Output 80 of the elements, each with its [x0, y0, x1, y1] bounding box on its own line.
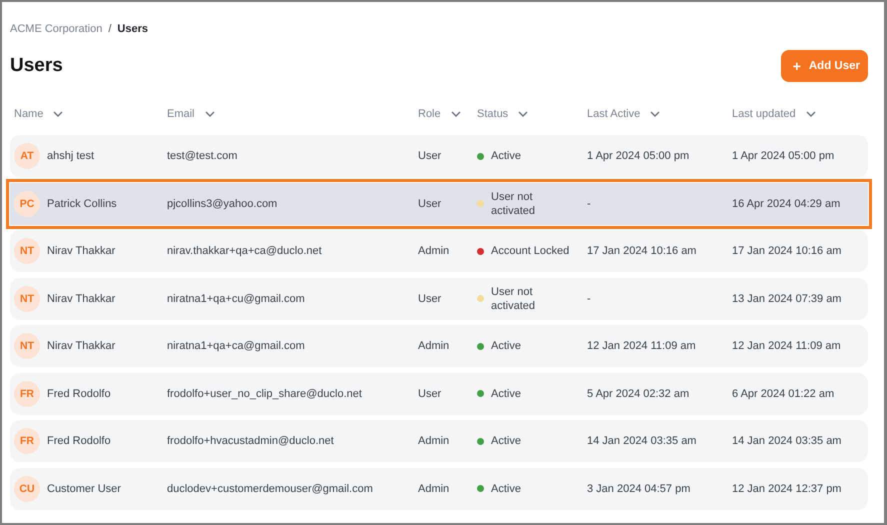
last-updated-time: 13 Jan 2024 07:39 am	[732, 292, 842, 304]
user-email: niratna1+qa+cu@gmail.com	[167, 292, 305, 304]
last-active-time: 17 Jan 2024 10:16 am	[587, 245, 696, 257]
status-text: User not activated	[491, 190, 536, 218]
last-active-time: -	[587, 198, 591, 210]
user-name: ahshj test	[47, 150, 94, 162]
status-text: Active	[491, 339, 521, 353]
last-active-time: 1 Apr 2024 05:00 pm	[587, 150, 690, 162]
user-row[interactable]: CU Customer User duclodev+customerdemouser@gmail.com Admin Active 3 Jan 2024 04:57 pm 12 Jan 2024 12:37 pm	[10, 468, 868, 510]
user-email: frodolfo+user_no_clip_share@duclo.net	[167, 388, 362, 400]
user-name: Customer User	[47, 482, 121, 494]
user-role: User	[418, 388, 442, 400]
last-updated-time: 12 Jan 2024 11:09 am	[732, 340, 841, 352]
last-updated-time: 14 Jan 2024 03:35 am	[732, 435, 842, 447]
user-email: test@test.com	[167, 150, 238, 162]
avatar-initials: NT	[14, 286, 40, 312]
avatar-initials: FR	[14, 380, 40, 406]
user-row[interactable]: NT Nirav Thakkar nirav.thakkar+qa+ca@duclo.net Admin Account Locked 17 Jan 2024 10:16 am 17 Jan 2024 10:16 am	[10, 230, 868, 272]
user-name: Nirav Thakkar	[47, 340, 116, 352]
column-header[interactable]: Last updated	[732, 108, 796, 120]
avatar-initials: AT	[14, 143, 40, 169]
status-text: User not activated	[491, 284, 536, 312]
user-role: Admin	[418, 482, 450, 494]
user-name: Patrick Collins	[47, 198, 117, 210]
user-email: frodolfo+hvacustadmin@duclo.net	[167, 435, 334, 447]
last-updated-time: 12 Jan 2024 12:37 pm	[732, 482, 842, 494]
avatar-initials: PC	[14, 190, 40, 216]
user-role: Admin	[418, 340, 450, 352]
user-role: User	[418, 198, 442, 210]
selected-user-row[interactable]: PC Patrick Collins pjcollins3@yahoo.com User User not activated - 16 Apr 2024 04:29 am	[10, 182, 868, 224]
status-text: Active	[491, 386, 521, 400]
status-text: Active	[491, 149, 521, 163]
column-header[interactable]: Name	[14, 108, 44, 120]
user-email: nirav.thakkar+qa+ca@duclo.net	[167, 245, 322, 257]
user-name: Fred Rodolfo	[47, 388, 111, 400]
user-name: Nirav Thakkar	[47, 245, 116, 257]
user-row[interactable]: AT ahshj test test@test.com User Active 1 Apr 2024 05:00 pm 1 Apr 2024 05:00 pm	[10, 135, 868, 177]
last-updated-time: 17 Jan 2024 10:16 am	[732, 245, 842, 257]
status-text: Account Locked	[491, 244, 570, 258]
last-active-time: 5 Apr 2024 02:32 am	[587, 388, 690, 400]
breadcrumb-separator: /	[108, 23, 112, 35]
user-email: duclodev+customerdemouser@gmail.com	[167, 482, 373, 494]
sort-caret-icon[interactable]	[806, 111, 816, 117]
last-updated-time: 16 Apr 2024 04:29 am	[732, 198, 840, 210]
avatar-initials: NT	[14, 238, 40, 264]
last-updated-time: 6 Apr 2024 01:22 am	[732, 388, 834, 400]
breadcrumb-current: Users	[117, 23, 148, 35]
avatar-initials: NT	[14, 333, 40, 359]
avatar-initials: FR	[14, 428, 40, 454]
user-role: User	[418, 292, 442, 304]
last-active-time: 3 Jan 2024 04:57 pm	[587, 482, 690, 494]
user-name: Nirav Thakkar	[47, 292, 116, 304]
sort-caret-icon[interactable]	[650, 111, 660, 117]
sort-caret-icon[interactable]	[518, 111, 528, 117]
sort-caret-icon[interactable]	[450, 111, 461, 117]
user-role: User	[418, 150, 442, 162]
status-text: Active	[491, 434, 521, 448]
last-updated-time: 1 Apr 2024 05:00 pm	[732, 150, 834, 162]
user-role: Admin	[418, 245, 450, 257]
avatar-initials: CU	[14, 476, 40, 502]
column-header[interactable]: Status	[477, 108, 508, 120]
user-email: niratna1+qa+ca@gmail.com	[167, 340, 305, 352]
user-email: pjcollins3@yahoo.com	[167, 198, 278, 210]
sort-caret-icon[interactable]	[53, 111, 64, 117]
page-title: Users	[10, 55, 63, 77]
user-name: Fred Rodolfo	[47, 435, 111, 447]
user-role: Admin	[418, 435, 450, 447]
last-active-time: -	[587, 292, 591, 304]
column-header[interactable]: Role	[418, 108, 441, 120]
breadcrumb-link[interactable]: ACME Corporation	[10, 23, 102, 35]
column-header[interactable]: Email	[167, 108, 195, 120]
user-row[interactable]: NT Nirav Thakkar niratna1+qa+cu@gmail.com User User not activated - 13 Jan 2024 07:39 am	[10, 278, 868, 320]
user-row[interactable]: NT Nirav Thakkar niratna1+qa+ca@gmail.com Admin Active 12 Jan 2024 11:09 am 12 Jan 2024 11:09 am	[10, 325, 868, 367]
column-header[interactable]: Last Active	[587, 108, 640, 120]
user-row[interactable]: FR Fred Rodolfo frodolfo+user_no_clip_share@duclo.net User Active 5 Apr 2024 02:32 am 6 Apr 2024 01:22 am	[10, 372, 868, 414]
user-row[interactable]: FR Fred Rodolfo frodolfo+hvacustadmin@duclo.net Admin Active 14 Jan 2024 03:35 am 14 Jan 2024 03:35 am	[10, 420, 868, 462]
last-active-time: 12 Jan 2024 11:09 am	[587, 340, 696, 352]
sort-caret-icon[interactable]	[204, 111, 215, 117]
status-text: Active	[491, 482, 521, 496]
last-active-time: 14 Jan 2024 03:35 am	[587, 435, 696, 447]
